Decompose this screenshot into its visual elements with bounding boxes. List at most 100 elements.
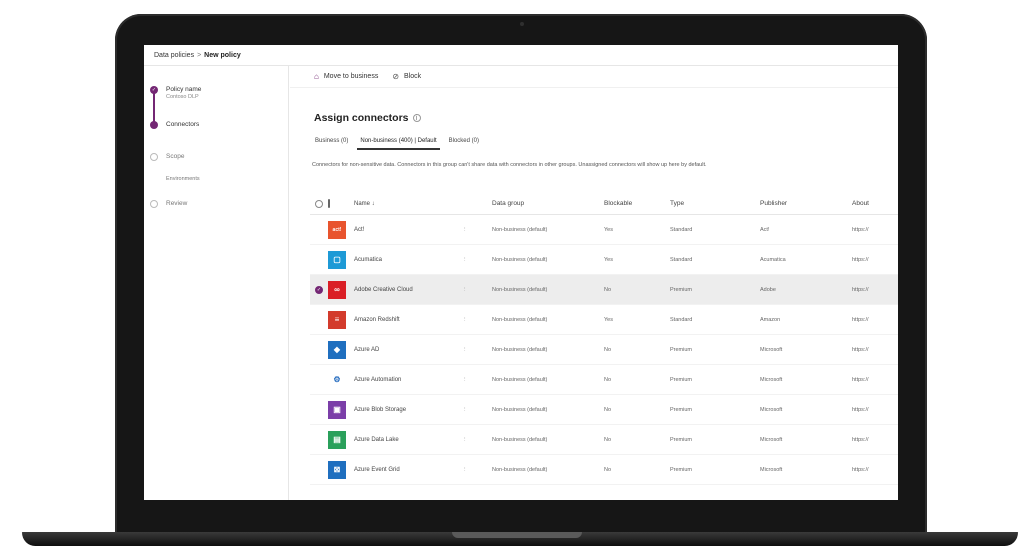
- connector-glyph: ▢: [333, 255, 341, 264]
- data-group-value: Non-business (default): [492, 466, 548, 473]
- data-group-value: Non-business (default): [492, 346, 548, 353]
- row-select[interactable]: ✓: [310, 285, 328, 294]
- step-label: Policy name: [166, 86, 202, 93]
- table-row[interactable]: ◆ Azure AD ⋮ Non-business (default) No P…: [310, 335, 898, 365]
- connector-icon: ◆: [328, 340, 346, 359]
- connector-name[interactable]: Act!: [350, 227, 462, 233]
- tab-blocked[interactable]: Blocked (0): [446, 136, 482, 150]
- command-bar: ⌂ Move to business ⊘ Block: [290, 66, 898, 88]
- publisher-value: Adobe: [760, 286, 776, 293]
- more-options-icon[interactable]: ⋮: [462, 347, 492, 353]
- connector-icon: ∞: [328, 280, 346, 299]
- type-value: Premium: [670, 436, 693, 443]
- more-options-icon[interactable]: ⋮: [462, 227, 492, 233]
- type-value: Premium: [670, 466, 693, 473]
- table-row[interactable]: ⚙ Azure Automation ⋮ Non-business (defau…: [310, 365, 898, 395]
- column-about[interactable]: About: [852, 200, 892, 207]
- table-row[interactable]: ✓ ∞ Adobe Creative Cloud ⋮ Non-business …: [310, 275, 898, 305]
- publisher-value: Microsoft: [760, 346, 783, 353]
- connector-icon-cell: ⚙: [328, 370, 350, 389]
- column-name[interactable]: Name ↓: [350, 201, 462, 207]
- column-data-group[interactable]: Data group: [492, 200, 604, 207]
- tab-business[interactable]: Business (0): [312, 136, 351, 150]
- more-options-icon[interactable]: ⋮: [462, 257, 492, 263]
- table-row[interactable]: ≡ Amazon Redshift ⋮ Non-business (defaul…: [310, 305, 898, 335]
- wizard-steps: ✓ Policy name Contoso DLP Connectors Sco…: [144, 66, 289, 500]
- file-type-header: [328, 199, 350, 208]
- table-row[interactable]: act! Act! ⋮ Non-business (default) Yes S…: [310, 215, 898, 245]
- connector-name[interactable]: Azure Data Lake: [350, 437, 462, 443]
- data-group-value: Non-business (default): [492, 316, 548, 323]
- block-label: Block: [404, 73, 422, 80]
- step-policy-name[interactable]: ✓ Policy name Contoso DLP: [150, 86, 201, 100]
- about-link[interactable]: https://: [852, 347, 892, 353]
- select-all-checkbox[interactable]: [310, 199, 328, 208]
- table-row[interactable]: ▤ Azure Data Lake ⋮ Non-business (defaul…: [310, 425, 898, 455]
- page-title: Assign connectors i: [314, 112, 421, 124]
- about-link[interactable]: https://: [852, 437, 892, 443]
- more-options-icon[interactable]: ⋮: [462, 317, 492, 323]
- step-connectors[interactable]: Connectors: [150, 121, 199, 129]
- connector-glyph: ≡: [334, 315, 340, 324]
- connector-icon-cell: ◆: [328, 340, 350, 359]
- move-to-business-button[interactable]: ⌂ Move to business: [314, 72, 378, 81]
- publisher-value: Microsoft: [760, 376, 783, 383]
- about-link[interactable]: https://: [852, 407, 892, 413]
- breadcrumb-parent[interactable]: Data policies: [154, 52, 194, 59]
- column-publisher[interactable]: Publisher: [760, 200, 852, 207]
- step-environments[interactable]: Environments: [166, 176, 200, 182]
- column-blockable[interactable]: Blockable: [604, 200, 670, 207]
- connector-icon-cell: ▣: [328, 400, 350, 419]
- column-type[interactable]: Type: [670, 200, 760, 207]
- data-group-value: Non-business (default): [492, 376, 548, 383]
- breadcrumb: Data policies > New policy: [144, 45, 898, 66]
- connector-icon: ⊠: [328, 460, 346, 479]
- about-link[interactable]: https://: [852, 227, 892, 233]
- step-scope[interactable]: Scope: [150, 153, 184, 161]
- about-link[interactable]: https://: [852, 257, 892, 263]
- info-icon[interactable]: i: [412, 114, 421, 122]
- connector-name[interactable]: Azure Automation: [350, 377, 462, 383]
- breadcrumb-separator: >: [197, 51, 202, 59]
- connector-name[interactable]: Azure Event Grid: [350, 467, 462, 473]
- type-value: Standard: [670, 226, 693, 233]
- more-options-icon[interactable]: ⋮: [462, 377, 492, 383]
- connector-icon-cell: ⊠: [328, 460, 350, 479]
- about-link[interactable]: https://: [852, 287, 892, 293]
- connector-icon: act!: [328, 220, 346, 239]
- about-link[interactable]: https://: [852, 317, 892, 323]
- blockable-value: No: [604, 346, 612, 353]
- more-options-icon[interactable]: ⋮: [462, 467, 492, 473]
- more-options-icon[interactable]: ⋮: [462, 437, 492, 443]
- data-group-value: Non-business (default): [492, 406, 548, 413]
- connector-name[interactable]: Azure Blob Storage: [350, 407, 462, 413]
- block-button[interactable]: ⊘ Block: [392, 72, 421, 81]
- tab-non-business[interactable]: Non-business (400) | Default: [357, 136, 440, 150]
- connector-icon: ▢: [328, 250, 346, 269]
- about-link[interactable]: https://: [852, 467, 892, 473]
- blockable-value: No: [604, 376, 612, 383]
- laptop-notch: [452, 532, 582, 538]
- blockable-value: No: [604, 406, 612, 413]
- more-options-icon[interactable]: ⋮: [462, 407, 492, 413]
- about-link[interactable]: https://: [852, 377, 892, 383]
- connector-name[interactable]: Adobe Creative Cloud: [350, 287, 462, 293]
- breadcrumb-current: New policy: [204, 51, 241, 59]
- screen: Data policies > New policy ✓ Policy name…: [144, 45, 898, 500]
- step-review[interactable]: Review: [150, 200, 187, 208]
- step-sublabel: Contoso DLP: [166, 94, 199, 100]
- connector-glyph: ▤: [333, 435, 341, 444]
- more-options-icon[interactable]: ⋮: [462, 287, 492, 293]
- connector-icon: ≡: [328, 310, 346, 329]
- table-row[interactable]: ▣ Azure Blob Storage ⋮ Non-business (def…: [310, 395, 898, 425]
- connector-name[interactable]: Acumatica: [350, 257, 462, 263]
- connector-icon-cell: act!: [328, 220, 350, 239]
- data-group-value: Non-business (default): [492, 436, 548, 443]
- table-row[interactable]: ▢ Acumatica ⋮ Non-business (default) Yes…: [310, 245, 898, 275]
- publisher-value: Microsoft: [760, 466, 783, 473]
- blockable-value: Yes: [604, 316, 613, 323]
- connector-name[interactable]: Azure AD: [350, 347, 462, 353]
- connector-icon: ▤: [328, 430, 346, 449]
- table-row[interactable]: ⊠ Azure Event Grid ⋮ Non-business (defau…: [310, 455, 898, 485]
- connector-name[interactable]: Amazon Redshift: [350, 317, 462, 323]
